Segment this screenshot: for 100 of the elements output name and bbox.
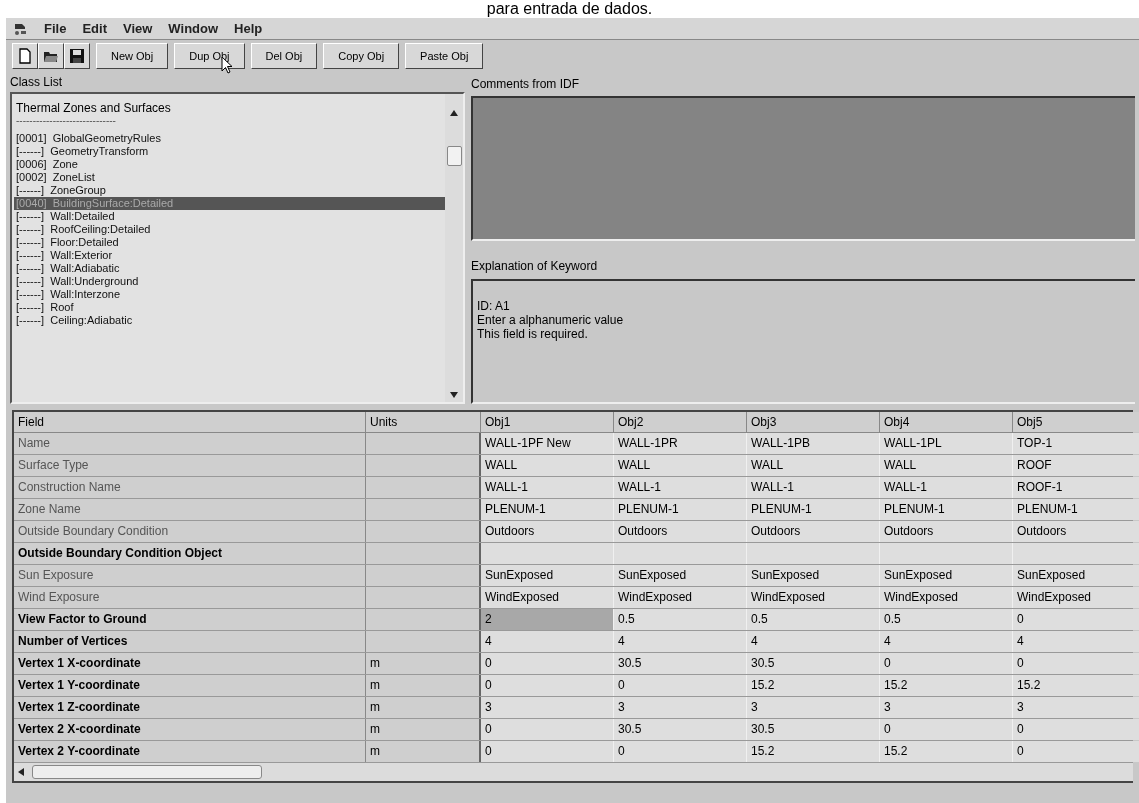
class-list-item[interactable]: [------] GeometryTransform	[14, 145, 445, 158]
scrollbar-thumb[interactable]	[446, 146, 462, 166]
table-cell[interactable]: WALL-1	[614, 477, 747, 498]
table-cell[interactable]: 15.2	[1013, 675, 1139, 696]
class-list-item[interactable]: [------] Floor:Detailed	[14, 236, 445, 249]
column-header[interactable]: Obj5	[1013, 412, 1139, 432]
class-list-item[interactable]: [------] RoofCeiling:Detailed	[14, 223, 445, 236]
table-cell[interactable]: 0	[481, 741, 614, 762]
table-cell[interactable]: TOP-1	[1013, 433, 1139, 454]
table-cell[interactable]: Outdoors	[1013, 521, 1139, 542]
table-cell[interactable]: 0.5	[880, 609, 1013, 630]
new-file-button[interactable]	[12, 43, 38, 69]
table-cell[interactable]: Outdoors	[481, 521, 614, 542]
column-header[interactable]: Field	[14, 412, 366, 432]
table-cell[interactable]: 4	[614, 631, 747, 652]
table-cell[interactable]: 15.2	[747, 675, 880, 696]
toolbar-button[interactable]: Paste Obj	[405, 43, 484, 69]
scroll-down-icon[interactable]	[450, 392, 458, 398]
table-cell[interactable]: 3	[880, 697, 1013, 718]
table-cell[interactable]	[747, 543, 880, 564]
table-cell[interactable]: WALL	[481, 455, 614, 476]
table-cell[interactable]: WALL-1PR	[614, 433, 747, 454]
column-header[interactable]: Obj1	[481, 412, 614, 432]
table-cell[interactable]: 2	[481, 609, 614, 630]
table-cell[interactable]: 0	[880, 719, 1013, 740]
column-header[interactable]: Units	[366, 412, 481, 432]
table-cell[interactable]: 4	[747, 631, 880, 652]
table-cell[interactable]: 0	[481, 653, 614, 674]
table-cell[interactable]: WALL-1PL	[880, 433, 1013, 454]
table-cell[interactable]: Outdoors	[747, 521, 880, 542]
table-cell[interactable]: 15.2	[880, 675, 1013, 696]
horizontal-scrollbar[interactable]	[14, 763, 1133, 781]
class-list-item[interactable]: [0001] GlobalGeometryRules	[14, 132, 445, 145]
table-cell[interactable]: SunExposed	[747, 565, 880, 586]
table-cell[interactable]: WindExposed	[747, 587, 880, 608]
table-cell[interactable]: Outdoors	[880, 521, 1013, 542]
table-cell[interactable]: 3	[747, 697, 880, 718]
toolbar-button[interactable]: Del Obj	[250, 43, 318, 69]
table-cell[interactable]: SunExposed	[481, 565, 614, 586]
table-cell[interactable]: ROOF-1	[1013, 477, 1139, 498]
table-cell[interactable]: PLENUM-1	[481, 499, 614, 520]
class-list-item[interactable]: [------] Wall:Interzone	[14, 288, 445, 301]
table-cell[interactable]	[481, 543, 614, 564]
table-cell[interactable]: WALL-1	[747, 477, 880, 498]
table-cell[interactable]: 30.5	[614, 719, 747, 740]
table-cell[interactable]: PLENUM-1	[880, 499, 1013, 520]
table-cell[interactable]: 30.5	[747, 653, 880, 674]
table-cell[interactable]: 0	[1013, 741, 1139, 762]
table-cell[interactable]: SunExposed	[614, 565, 747, 586]
menu-item[interactable]: File	[44, 18, 67, 39]
table-cell[interactable]: 0.5	[614, 609, 747, 630]
table-cell[interactable]: SunExposed	[880, 565, 1013, 586]
menu-item[interactable]: View	[122, 18, 153, 39]
table-cell[interactable]: WindExposed	[1013, 587, 1139, 608]
table-cell[interactable]	[1013, 543, 1139, 564]
table-cell[interactable]: 3	[1013, 697, 1139, 718]
table-cell[interactable]: 0.5	[747, 609, 880, 630]
table-cell[interactable]: 15.2	[747, 741, 880, 762]
table-cell[interactable]: 4	[481, 631, 614, 652]
menu-item[interactable]: Help	[234, 18, 263, 39]
class-list-item[interactable]: [0006] Zone	[14, 158, 445, 171]
scroll-up-icon[interactable]	[450, 110, 458, 116]
table-cell[interactable]: 0	[1013, 719, 1139, 740]
vertical-scrollbar[interactable]	[445, 94, 463, 402]
table-cell[interactable]: 0	[880, 653, 1013, 674]
table-cell[interactable]: 3	[481, 697, 614, 718]
table-cell[interactable]: ROOF	[1013, 455, 1139, 476]
class-list-item[interactable]: [------] ZoneGroup	[14, 184, 445, 197]
column-header[interactable]: Obj3	[747, 412, 880, 432]
column-header[interactable]: Obj2	[614, 412, 747, 432]
toolbar-button[interactable]: Copy Obj	[323, 43, 400, 69]
table-cell[interactable]: WALL-1PB	[747, 433, 880, 454]
class-list-item[interactable]: [------] Wall:Detailed	[14, 210, 445, 223]
table-cell[interactable]: 15.2	[880, 741, 1013, 762]
toolbar-button[interactable]: New Obj	[96, 43, 169, 69]
table-cell[interactable]: SunExposed	[1013, 565, 1139, 586]
table-cell[interactable]: WALL	[880, 455, 1013, 476]
table-cell[interactable]: WALL	[614, 455, 747, 476]
scrollbar-thumb[interactable]	[32, 765, 262, 779]
class-list-item[interactable]: [------] Wall:Exterior	[14, 249, 445, 262]
column-header[interactable]: Obj4	[880, 412, 1013, 432]
class-list-item[interactable]: [------] Wall:Adiabatic	[14, 262, 445, 275]
table-cell[interactable]: WindExposed	[880, 587, 1013, 608]
table-cell[interactable]	[880, 543, 1013, 564]
table-cell[interactable]: WALL	[747, 455, 880, 476]
table-cell[interactable]	[614, 543, 747, 564]
table-cell[interactable]: 4	[880, 631, 1013, 652]
table-cell[interactable]: Outdoors	[614, 521, 747, 542]
table-cell[interactable]: WALL-1PF New	[481, 433, 614, 454]
class-list-item[interactable]: [------] Wall:Underground	[14, 275, 445, 288]
table-cell[interactable]: WindExposed	[481, 587, 614, 608]
folder-button[interactable]	[38, 43, 64, 69]
table-cell[interactable]: 30.5	[614, 653, 747, 674]
menu-item[interactable]: Window	[168, 18, 219, 39]
table-cell[interactable]: 0	[1013, 653, 1139, 674]
table-cell[interactable]: 0	[614, 675, 747, 696]
table-cell[interactable]: 30.5	[747, 719, 880, 740]
table-cell[interactable]: 0	[481, 719, 614, 740]
table-cell[interactable]: 0	[1013, 609, 1139, 630]
floppy-disk-button[interactable]	[64, 43, 90, 69]
